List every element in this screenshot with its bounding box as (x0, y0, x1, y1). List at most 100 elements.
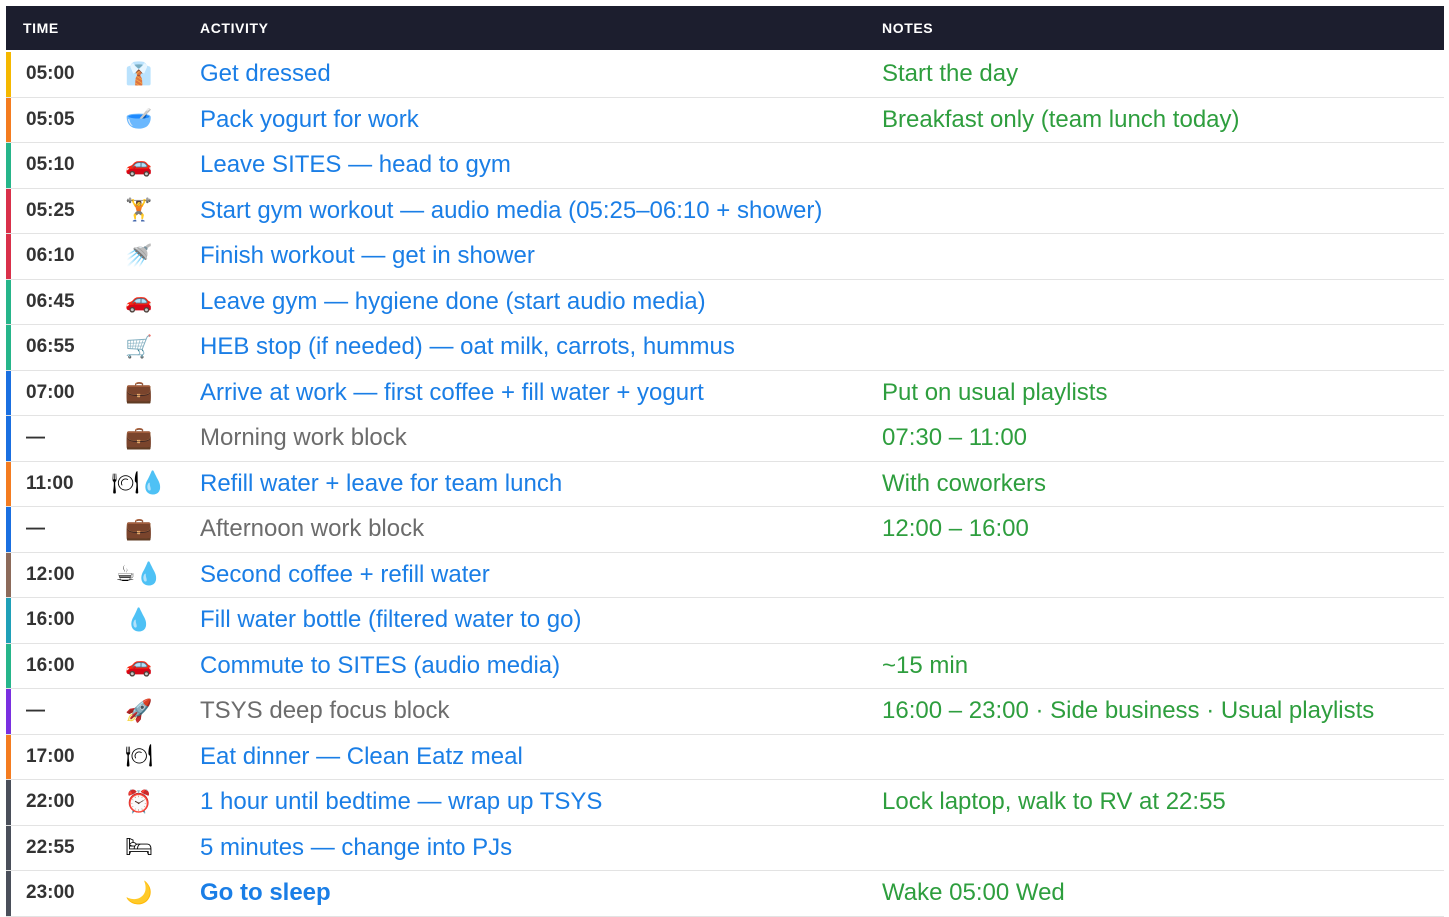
rocket-icon: 🚀 (125, 698, 153, 724)
table-row[interactable]: 06:45 🚗 Leave gym — hygiene done (start au… (6, 279, 1444, 325)
table-row[interactable]: 05:05 🥣 Pack yogurt for work Breakfast only… (6, 97, 1444, 143)
row-time: 12:00 (26, 563, 75, 585)
row-activity[interactable]: Eat dinner — Clean Eatz meal (200, 735, 523, 780)
table-row[interactable]: 07:00 💼 Arrive at work — first coffee + fi… (6, 370, 1444, 416)
category-color-bar (6, 97, 11, 142)
cart-icon: 🛒 (125, 334, 153, 360)
row-time: 05:10 (26, 154, 75, 176)
table-row[interactable]: 23:00 🌙 Go to sleep Wake 05:00 Wed (6, 871, 1444, 917)
category-color-bar (6, 689, 11, 734)
row-time: 06:55 (26, 336, 75, 358)
row-activity[interactable]: Refill water + leave for team lunch (200, 462, 562, 507)
row-activity[interactable]: Leave gym — hygiene done (start audio me… (200, 280, 706, 325)
briefcase-icon: 💼 (125, 380, 153, 406)
briefcase-icon: 💼 (125, 516, 153, 542)
row-time: 11:00 (26, 472, 74, 494)
table-row[interactable]: 12:00 ☕💧 Second coffee + refill water (6, 552, 1444, 598)
bed-icon: 🛏 (125, 835, 153, 861)
table-header: TIME ACTIVITY NOTES (6, 6, 1444, 50)
row-activity[interactable]: 5 minutes — change into PJs (200, 826, 512, 871)
row-time: 07:00 (26, 381, 75, 403)
category-color-bar (6, 188, 11, 233)
row-time: — (26, 518, 45, 540)
category-color-bar (6, 325, 11, 370)
row-time: 17:00 (26, 745, 75, 767)
category-color-bar (6, 370, 11, 415)
row-time: 22:00 (26, 791, 75, 813)
table-row[interactable]: 05:25 🏋 Start gym workout — audio media (0… (6, 188, 1444, 234)
row-time: 05:25 (26, 199, 75, 221)
row-notes: Lock laptop, walk to RV at 22:55 (882, 788, 1226, 816)
row-activity: Afternoon work block (200, 515, 425, 543)
row-time: 22:55 (26, 836, 75, 858)
category-color-bar (6, 598, 11, 643)
row-activity[interactable]: Go to sleep (200, 871, 331, 916)
row-time: — (26, 700, 45, 722)
table-row[interactable]: — 💼 Afternoon work block 12:00 – 16:00 (6, 507, 1444, 553)
row-activity[interactable]: Second coffee + refill water (200, 553, 490, 598)
category-color-bar (6, 643, 11, 688)
table-row[interactable]: 05:00 👔 Get dressed Start the day (6, 52, 1444, 98)
schedule-rows: 05:00 👔 Get dressed Start the day 05:05 🥣 Pack… (6, 52, 1444, 917)
row-time: 06:45 (26, 290, 75, 312)
alarm-clock-icon: ⏰ (125, 789, 153, 815)
row-time: — (26, 427, 45, 449)
table-row[interactable]: 05:10 🚗 Leave SITES — head to gym (6, 143, 1444, 189)
row-notes: Start the day (882, 60, 1019, 88)
table-row[interactable]: 11:00 🍽💧 Refill water + leave for team lun… (6, 461, 1444, 507)
row-activity[interactable]: Pack yogurt for work (200, 98, 419, 143)
row-activity: TSYS deep focus block (200, 697, 450, 725)
row-activity[interactable]: Fill water bottle (filtered water to go) (200, 598, 581, 643)
table-row[interactable]: — 🚀 TSYS deep focus block 16:00 – 23:00 · S… (6, 689, 1444, 735)
row-notes: ~15 min (882, 651, 969, 679)
coffee-water-icon: ☕💧 (115, 562, 163, 588)
water-drop-icon: 💧 (125, 607, 153, 633)
header-notes: NOTES (882, 20, 934, 36)
weightlifter-icon: 🏋 (125, 198, 153, 224)
row-activity[interactable]: Finish workout — get in shower (200, 234, 535, 279)
category-color-bar (6, 416, 11, 461)
briefcase-icon: 💼 (125, 425, 153, 451)
row-time: 06:10 (26, 245, 75, 267)
table-row[interactable]: — 💼 Morning work block 07:30 – 11:00 (6, 416, 1444, 462)
row-notes: With coworkers (882, 469, 1047, 497)
row-activity[interactable]: Arrive at work — first coffee + fill wat… (200, 371, 704, 416)
category-color-bar (6, 825, 11, 870)
table-row[interactable]: 22:00 ⏰ 1 hour until bedtime — wrap up TSY… (6, 780, 1444, 826)
table-row[interactable]: 16:00 💧 Fill water bottle (filtered water … (6, 598, 1444, 644)
row-activity[interactable]: 1 hour until bedtime — wrap up TSYS (200, 780, 602, 825)
row-activity: Morning work block (200, 424, 407, 452)
category-color-bar (6, 780, 11, 825)
row-notes: 16:00 – 23:00 · Side business · Usual pl… (882, 697, 1375, 725)
table-row[interactable]: 06:55 🛒 HEB stop (if needed) — oat milk, c… (6, 325, 1444, 371)
header-activity: ACTIVITY (200, 20, 269, 36)
row-notes: Breakfast only (team lunch today) (882, 105, 1240, 133)
bowl-icon: 🥣 (125, 107, 153, 133)
row-time: 05:05 (26, 108, 75, 130)
row-notes: 07:30 – 11:00 (882, 424, 1028, 452)
row-time: 23:00 (26, 882, 75, 904)
table-row[interactable]: 06:10 🚿 Finish workout — get in shower (6, 234, 1444, 280)
header-time: TIME (23, 20, 59, 36)
row-notes: 12:00 – 16:00 (882, 515, 1029, 543)
row-notes: Put on usual playlists (882, 378, 1108, 406)
category-color-bar (6, 279, 11, 324)
category-color-bar (6, 234, 11, 279)
table-row[interactable]: 16:00 🚗 Commute to SITES (audio media) ~15 … (6, 643, 1444, 689)
moon-icon: 🌙 (125, 880, 153, 906)
category-color-bar (6, 52, 11, 97)
row-time: 16:00 (26, 609, 75, 631)
row-time: 16:00 (26, 654, 75, 676)
row-activity[interactable]: Start gym workout — audio media (05:25–0… (200, 189, 822, 234)
row-activity[interactable]: Commute to SITES (audio media) (200, 644, 560, 689)
row-activity[interactable]: HEB stop (if needed) — oat milk, carrots… (200, 325, 735, 370)
plate-water-icon: 🍽💧 (111, 471, 167, 497)
shirt-icon: 👔 (125, 61, 153, 87)
row-activity[interactable]: Get dressed (200, 52, 331, 97)
table-row[interactable]: 17:00 🍽 Eat dinner — Clean Eatz meal (6, 734, 1444, 780)
schedule-table: TIME ACTIVITY NOTES 05:00 👔 Get dressed Sta… (6, 6, 1444, 917)
category-color-bar (6, 871, 11, 916)
category-color-bar (6, 552, 11, 597)
row-activity[interactable]: Leave SITES — head to gym (200, 143, 511, 188)
table-row[interactable]: 22:55 🛏 5 minutes — change into PJs (6, 825, 1444, 871)
